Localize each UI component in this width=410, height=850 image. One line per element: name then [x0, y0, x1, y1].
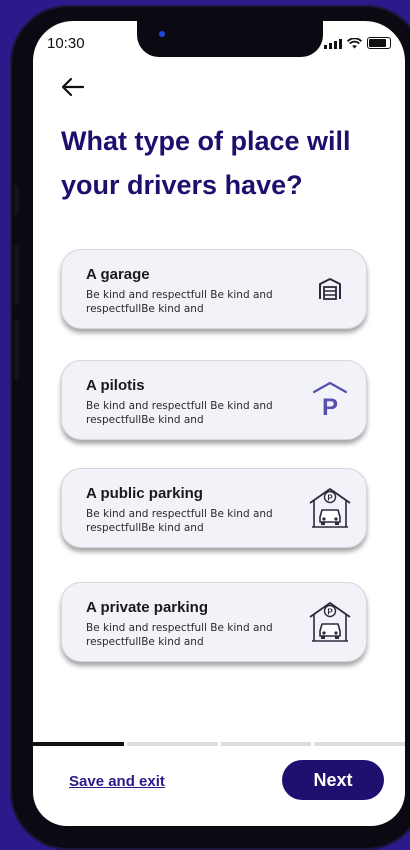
- save-and-exit-link[interactable]: Save and exit: [69, 773, 165, 790]
- option-description: Be kind and respectfull Be kind and resp…: [86, 400, 273, 426]
- svg-text:P: P: [327, 608, 333, 617]
- arrow-left-icon: [61, 77, 85, 97]
- svg-text:P: P: [327, 494, 333, 503]
- side-button: [14, 320, 19, 380]
- status-time: 10:30: [47, 35, 85, 52]
- option-card-garage[interactable]: A garage Be kind and respectfull Be kind…: [61, 249, 367, 329]
- page-title: What type of place will your drivers hav…: [61, 126, 351, 200]
- svg-text:P: P: [322, 394, 338, 420]
- status-icons: [324, 37, 391, 49]
- signal-icon: [324, 39, 342, 49]
- side-button: [14, 245, 19, 305]
- option-title: A public parking: [86, 485, 203, 502]
- option-card-pilotis[interactable]: A pilotis Be kind and respectfull Be kin…: [61, 360, 367, 440]
- side-button: [14, 185, 19, 215]
- notch: [137, 21, 323, 57]
- next-button[interactable]: Next: [282, 760, 384, 800]
- option-title: A garage: [86, 266, 150, 283]
- wifi-icon: [347, 38, 362, 49]
- progress-segment: [220, 742, 312, 746]
- option-title: A pilotis: [86, 377, 145, 394]
- option-title: A private parking: [86, 599, 208, 616]
- battery-icon: [367, 37, 391, 49]
- option-description: Be kind and respectfull Be kind and resp…: [86, 622, 273, 648]
- app-screen: 10:30 What type of place will your drive…: [33, 21, 405, 826]
- progress-segment: [314, 742, 405, 746]
- option-description: Be kind and respectfull Be kind and resp…: [86, 289, 273, 315]
- camera-icon: [159, 31, 165, 37]
- progress-bar: [33, 742, 405, 746]
- option-card-public-parking[interactable]: A public parking Be kind and respectfull…: [61, 468, 367, 548]
- public-parking-car-icon: P: [308, 485, 352, 531]
- option-card-private-parking[interactable]: A private parking Be kind and respectful…: [61, 582, 367, 662]
- progress-segment-active: [33, 742, 124, 746]
- garage-door-icon: [308, 266, 352, 312]
- covered-parking-icon: P: [308, 377, 352, 423]
- back-button[interactable]: [59, 73, 87, 101]
- private-parking-car-icon: P: [308, 599, 352, 645]
- option-description: Be kind and respectfull Be kind and resp…: [86, 508, 273, 534]
- progress-segment: [126, 742, 218, 746]
